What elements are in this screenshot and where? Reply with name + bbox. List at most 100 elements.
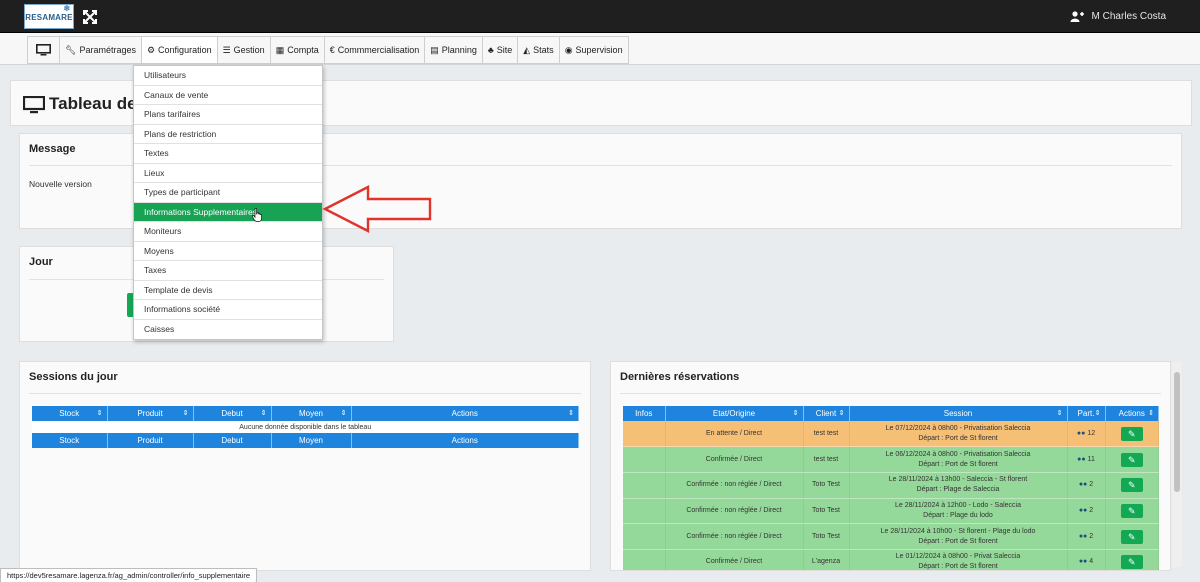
menu-item-canaux-de-vente[interactable]: Canaux de vente xyxy=(134,86,322,105)
users-icon: ●● xyxy=(1078,558,1088,566)
sessions-title: Sessions du jour xyxy=(29,371,118,383)
menu-item-moyens[interactable]: Moyens xyxy=(134,242,322,261)
nav-site[interactable]: ♣ Site xyxy=(483,37,519,63)
users-icon: ●● xyxy=(1077,455,1086,463)
nav-gestion[interactable]: ☰ Gestion xyxy=(218,37,271,63)
nav-supervision[interactable]: ◉ Supervision xyxy=(560,37,628,63)
menu-item-informations-societe[interactable]: Informations société xyxy=(134,300,322,320)
users-icon: ●● xyxy=(1078,532,1088,540)
edit-button[interactable]: ✎ xyxy=(1120,555,1143,570)
col-client[interactable]: Client ⇕ xyxy=(803,406,850,421)
page-scrollbar[interactable] xyxy=(1172,362,1182,567)
nav-compta[interactable]: ▦ Compta xyxy=(271,37,325,63)
table-row: Confirmée / Direct test test Le 06/12/2024… xyxy=(623,446,1159,473)
col-stock[interactable]: Stock ⇕ xyxy=(32,406,108,421)
edit-button[interactable]: ✎ xyxy=(1120,503,1143,518)
cell-actions: ✎ xyxy=(1105,421,1159,448)
footer-col-debut: Debut xyxy=(193,433,272,448)
cell-session: Le 06/12/2024 à 08h00 - Privatisation Sa… xyxy=(849,446,1068,473)
edit-button[interactable]: ✎ xyxy=(1120,426,1143,441)
col-produit[interactable]: Produit ⇕ xyxy=(107,406,194,421)
cell-client: Toto Test xyxy=(803,523,850,550)
nav-commercialisation[interactable]: € Commmercialisation xyxy=(325,37,426,63)
cell-client: L'agenza xyxy=(803,549,850,570)
cell-actions: ✎ xyxy=(1105,523,1159,550)
cell-client: test test xyxy=(803,421,850,448)
nav-parametrages[interactable]: 🔧︎ Paramétrages xyxy=(60,37,142,63)
euro-icon: € xyxy=(329,44,335,55)
menu-item-informations-supplementaires[interactable]: Informations Supplementaires xyxy=(134,202,322,222)
fullscreen-expand-icon[interactable] xyxy=(83,10,97,24)
cell-session: Le 28/11/2024 à 13h00 - Saleccia - St fl… xyxy=(849,472,1068,499)
nav-dashboard[interactable] xyxy=(28,37,60,63)
jour-title: Jour xyxy=(29,256,53,268)
session-departure: Départ : Port de St florent xyxy=(918,537,998,545)
nav-stats[interactable]: ◭ Stats xyxy=(518,37,560,63)
cell-infos xyxy=(623,472,666,499)
edit-button[interactable]: ✎ xyxy=(1120,478,1143,493)
part-count: 4 xyxy=(1089,558,1094,566)
table-row: Confirmée / Direct L'agenza Le 01/12/2024 … xyxy=(623,549,1159,570)
part-count: 11 xyxy=(1087,455,1095,463)
footer-col-produit: Produit xyxy=(107,433,194,448)
col-infos[interactable]: Infos xyxy=(623,406,666,421)
menu-item-template-de-devis[interactable]: Template de devis xyxy=(134,281,322,300)
nav-configuration[interactable]: ⚙ Configuration xyxy=(141,37,218,63)
menu-item-utilisateurs[interactable]: Utilisateurs xyxy=(134,66,322,86)
menu-item-caisses[interactable]: Caisses xyxy=(134,320,322,340)
session-departure: Départ : Port de St florent xyxy=(918,434,998,442)
col-session[interactable]: Session ⇕ xyxy=(849,406,1068,421)
edit-button[interactable]: ✎ xyxy=(1120,452,1143,467)
cell-actions: ✎ xyxy=(1105,498,1159,525)
footer-col-actions: Actions xyxy=(351,433,579,448)
cell-etat: Confirmée : non réglée / Direct xyxy=(665,523,804,550)
main-navbar: 🔧︎ Paramétrages ⚙ Configuration ☰ Gestion ▦… xyxy=(0,33,1200,65)
empty-message: Aucune donnée disponible dans le tableau xyxy=(32,421,579,433)
menu-item-lieux[interactable]: Lieux xyxy=(134,164,322,183)
cell-session: Le 01/12/2024 à 08h00 - Privat Saleccia D… xyxy=(849,549,1068,570)
col-etat[interactable]: Etat/Origine ⇕ xyxy=(665,406,804,421)
cell-infos xyxy=(623,498,666,525)
col-actions[interactable]: Actions ⇕ xyxy=(1105,406,1159,421)
edit-icon: ✎ xyxy=(1127,505,1136,516)
menu-item-textes[interactable]: Textes xyxy=(134,144,322,164)
menu-item-plans-tarifaires[interactable]: Plans tarifaires xyxy=(134,105,322,125)
cell-part: ●● 12 xyxy=(1067,421,1106,448)
cell-infos xyxy=(623,523,666,550)
edit-button[interactable]: ✎ xyxy=(1120,529,1143,544)
nav-planning[interactable]: ▤ Planning xyxy=(425,37,483,63)
cell-client: Toto Test xyxy=(803,498,850,525)
cell-infos xyxy=(623,446,666,473)
cell-actions: ✎ xyxy=(1105,446,1159,473)
sort-icon: ⇕ xyxy=(340,410,347,417)
col-debut[interactable]: Debut ⇕ xyxy=(193,406,272,421)
wrench-icon: 🔧︎ xyxy=(65,44,77,55)
menu-item-types-de-participant[interactable]: Types de participant xyxy=(134,183,322,203)
col-part[interactable]: Part. ⇕ xyxy=(1067,406,1106,421)
cell-etat: En attente / Direct xyxy=(665,421,804,448)
menu-item-taxes[interactable]: Taxes xyxy=(134,261,322,281)
part-count: 2 xyxy=(1089,507,1094,514)
monitor-icon xyxy=(23,96,45,114)
sort-icon: ⇕ xyxy=(96,410,103,417)
col-moyen[interactable]: Moyen ⇕ xyxy=(271,406,352,421)
cell-session: Le 28/11/2024 à 10h00 - St florent - Pla… xyxy=(849,523,1068,550)
cell-session: Le 28/11/2024 à 12h00 - Lodo - Saleccia D… xyxy=(849,498,1068,525)
user-menu[interactable]: M Charles Costa xyxy=(1070,11,1166,22)
menu-item-plans-de-restriction[interactable]: Plans de restriction xyxy=(134,125,322,144)
edit-icon: ✎ xyxy=(1127,557,1136,568)
cell-actions: ✎ xyxy=(1105,549,1159,570)
cell-etat: Confirmée / Direct xyxy=(665,549,804,570)
list-icon: ☰ xyxy=(222,44,231,55)
menu-item-moniteurs[interactable]: Moniteurs xyxy=(134,222,322,242)
col-actions[interactable]: Actions ⇕ xyxy=(351,406,579,421)
session-line: Le 28/11/2024 à 13h00 - Saleccia - St fl… xyxy=(888,476,1028,484)
edit-icon: ✎ xyxy=(1127,480,1136,491)
cell-etat: Confirmée : non réglée / Direct xyxy=(665,472,804,499)
cell-etat: Confirmée / Direct xyxy=(665,446,804,473)
calendar-icon: ▤ xyxy=(430,44,439,55)
resamare-logo[interactable]: ❄ RESAMARE xyxy=(24,4,74,29)
scrollbar-thumb[interactable] xyxy=(1174,372,1180,492)
part-count: 12 xyxy=(1087,429,1096,437)
users-icon: ●● xyxy=(1078,507,1088,514)
